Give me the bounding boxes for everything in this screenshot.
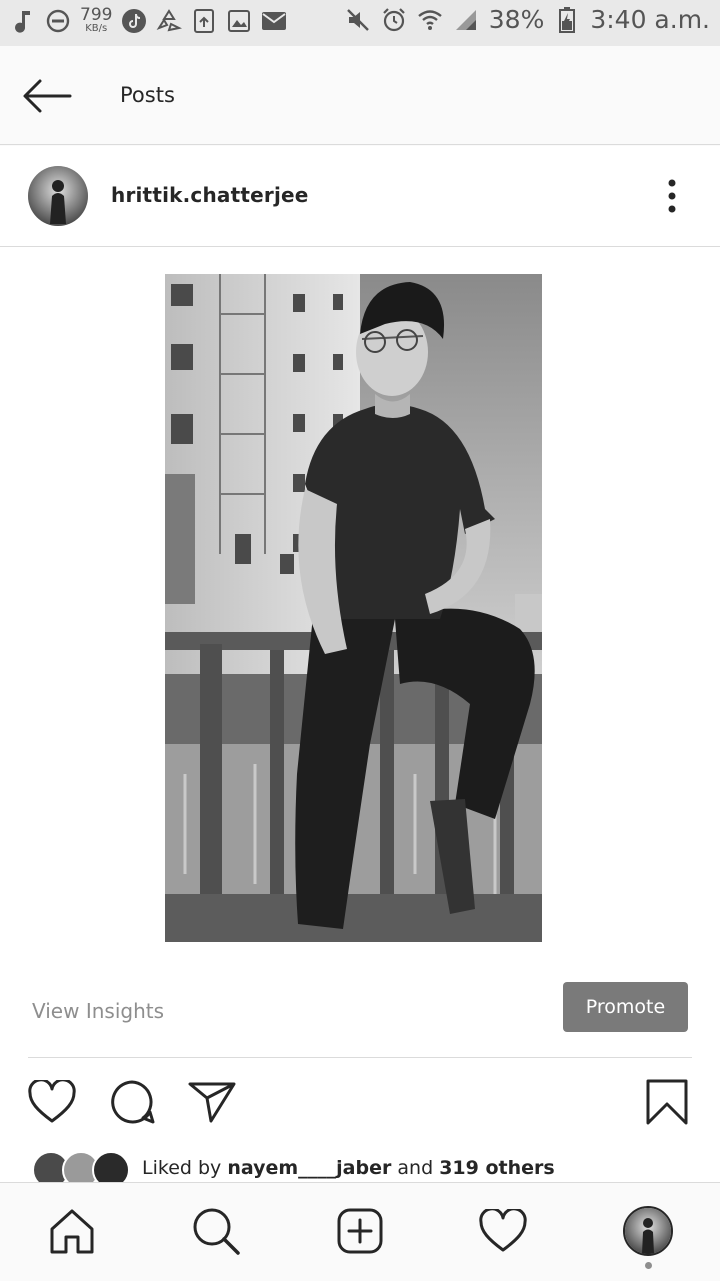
add-post-icon[interactable] (330, 1201, 390, 1261)
promote-button[interactable]: Promote (563, 982, 688, 1032)
post-username[interactable]: hrittik.chatterjee (111, 183, 309, 207)
home-icon[interactable] (42, 1201, 102, 1261)
activity-heart-icon[interactable] (473, 1201, 533, 1261)
do-not-disturb-icon (45, 8, 71, 34)
page-title: Posts (120, 83, 175, 107)
network-speed-unit: KB/s (85, 23, 108, 34)
clock: 3:40 a.m. (590, 5, 710, 34)
top-app-bar: Posts (0, 46, 720, 145)
bottom-navigation (0, 1182, 720, 1281)
screenshot-icon (191, 8, 217, 34)
mail-icon (261, 8, 287, 34)
search-icon[interactable] (186, 1201, 246, 1261)
profile-avatar[interactable] (28, 166, 88, 226)
profile-tab[interactable] (618, 1201, 678, 1261)
heart-icon[interactable] (25, 1075, 79, 1129)
gallery-icon (226, 8, 252, 34)
more-vertical-icon[interactable] (657, 176, 687, 216)
post-header: hrittik.chatterjee (0, 146, 720, 247)
comment-icon[interactable] (105, 1075, 159, 1129)
profile-active-dot (645, 1262, 652, 1269)
battery-icon (554, 6, 580, 33)
alarm-icon (381, 7, 407, 33)
wifi-icon (417, 7, 443, 33)
signal-icon (453, 7, 479, 33)
back-arrow-icon[interactable] (20, 76, 74, 116)
profile-avatar (623, 1206, 673, 1256)
battery-percentage: 38% (488, 5, 545, 34)
likes-summary[interactable]: Liked by nayem____jaber and 319 others (142, 1157, 555, 1179)
bookmark-icon[interactable] (640, 1075, 694, 1129)
likes-middle: and (391, 1157, 440, 1179)
recycle-icon (156, 8, 183, 34)
likes-user[interactable]: nayem____jaber (227, 1157, 391, 1179)
post-actions (0, 1067, 720, 1137)
send-icon[interactable] (185, 1075, 239, 1129)
mute-icon (345, 7, 371, 33)
likes-others[interactable]: 319 others (439, 1157, 555, 1179)
post-body: View Insights Promote Liked by nayem____… (0, 247, 720, 1189)
network-speed: 799 KB/s (80, 7, 112, 34)
network-speed-value: 799 (80, 5, 113, 25)
tiktok-icon (121, 8, 147, 34)
likes-prefix: Liked by (142, 1157, 228, 1179)
music-note-icon (10, 8, 36, 34)
view-insights-link[interactable]: View Insights (32, 999, 164, 1023)
status-bar: 799 KB/s 38% 3:40 a.m. (0, 0, 720, 46)
post-photo[interactable] (165, 274, 542, 942)
insights-row: View Insights Promote (28, 977, 692, 1058)
